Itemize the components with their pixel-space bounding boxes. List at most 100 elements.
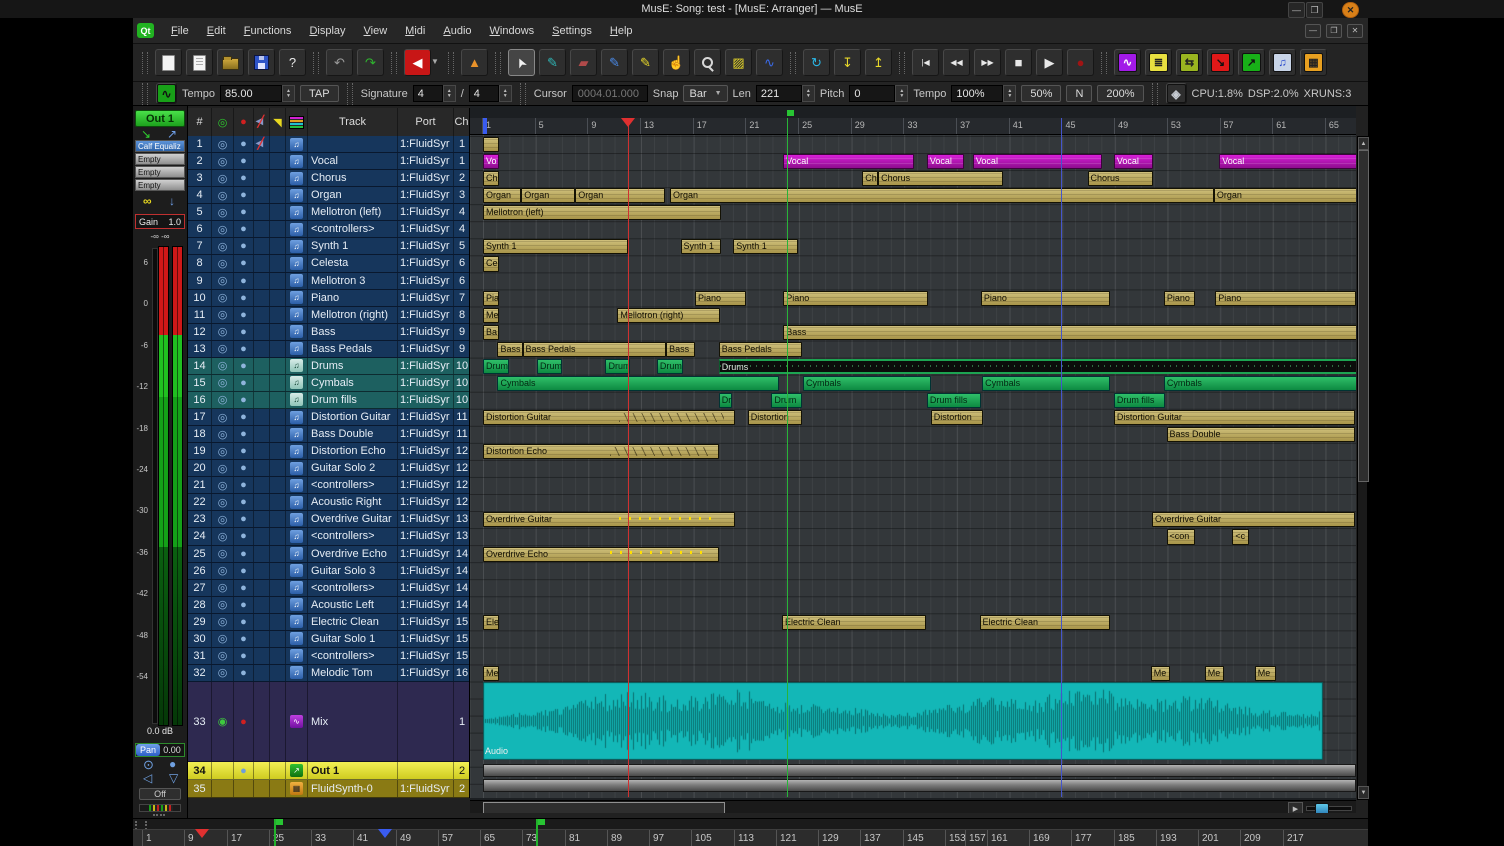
track-row-9[interactable]: 9◎●♫Mellotron 31:FluidSyr6 xyxy=(188,273,470,290)
track-record-arm-icon[interactable]: ◎ xyxy=(212,648,234,664)
toolbar-grip[interactable] xyxy=(520,83,526,105)
header-port[interactable]: Port xyxy=(398,108,454,136)
snap-combo[interactable]: Bar▼ xyxy=(683,85,727,102)
part-clip[interactable]: Cymbals xyxy=(803,376,931,391)
track-row-14[interactable]: 14◎●♫Drums1:FluidSyr10 xyxy=(188,358,470,375)
track-solo-cell[interactable] xyxy=(270,153,286,169)
track-row-28[interactable]: 28◎●♫Acoustic Left1:FluidSyr14 xyxy=(188,597,470,614)
toolbar-grip[interactable] xyxy=(347,83,353,105)
part-clip[interactable]: Piano xyxy=(1215,291,1356,306)
track-record-icon[interactable]: ● xyxy=(234,307,254,323)
hruler-blue-marker-icon[interactable] xyxy=(378,829,392,838)
track-mute-cell[interactable] xyxy=(254,204,270,220)
track-solo-cell[interactable] xyxy=(270,170,286,186)
part-clip[interactable]: Drum fills xyxy=(1114,393,1165,408)
part-clip[interactable]: Chorus xyxy=(1088,171,1154,186)
track-row-2[interactable]: 2◎●♫Vocal1:FluidSyr1 xyxy=(188,153,470,170)
track-row-11[interactable]: 11◎●♫Mellotron (right)1:FluidSyr8 xyxy=(188,307,470,324)
track-solo-cell[interactable] xyxy=(270,580,286,596)
track-solo-cell[interactable] xyxy=(270,341,286,357)
track-record-arm-icon[interactable]: ◎ xyxy=(212,597,234,613)
track-solo-cell[interactable] xyxy=(270,614,286,630)
part-clip[interactable]: Ele xyxy=(483,615,499,630)
part-clip[interactable]: Distortion xyxy=(748,410,802,425)
track-mute-cell[interactable] xyxy=(254,358,270,374)
track-record-arm-icon[interactable]: ◎ xyxy=(212,511,234,527)
track-mute-cell[interactable]: ◀╱ xyxy=(254,136,270,152)
part-clip[interactable]: Drum fills xyxy=(927,393,981,408)
mdi-minimize-icon[interactable]: — xyxy=(1305,24,1321,38)
track-solo-cell[interactable] xyxy=(270,780,286,797)
track-record-icon[interactable]: ● xyxy=(234,409,254,425)
part-clip[interactable]: Organ xyxy=(575,188,665,203)
toolbar-grip[interactable] xyxy=(1152,83,1158,105)
sync-button[interactable]: ⇆ xyxy=(1176,49,1203,76)
track-row-26[interactable]: 26◎●♫Guitar Solo 31:FluidSyr14 xyxy=(188,563,470,580)
track-solo-cell[interactable] xyxy=(270,762,286,779)
bigtime-window-button[interactable]: ∿ xyxy=(1114,49,1141,76)
punch-in-toggle-button[interactable]: ↘ xyxy=(1207,49,1234,76)
header-num[interactable]: # xyxy=(188,108,212,136)
track-record-arm-icon[interactable]: ◎ xyxy=(212,238,234,254)
track-row-27[interactable]: 27◎●♫<controllers>1:FluidSyr14 xyxy=(188,580,470,597)
header-solo-icon[interactable]: ◥ xyxy=(270,108,286,136)
track-mute-cell[interactable] xyxy=(254,307,270,323)
track-record-icon[interactable]: ● xyxy=(234,358,254,374)
part-clip[interactable]: Pia xyxy=(483,291,499,306)
track-solo-cell[interactable] xyxy=(270,477,286,493)
track-record-icon[interactable]: ● xyxy=(234,460,254,476)
part-clip[interactable]: Dr xyxy=(719,393,732,408)
track-record-icon[interactable]: ● xyxy=(234,443,254,459)
stereo-link-icon[interactable]: ∞ xyxy=(143,194,152,208)
track-record-arm-icon[interactable]: ◎ xyxy=(212,221,234,237)
track-mute-cell[interactable] xyxy=(254,324,270,340)
track-record-arm-icon[interactable]: ◎ xyxy=(212,631,234,647)
spin-arrows-icon[interactable]: ▲▼ xyxy=(443,85,456,102)
track-record-icon[interactable]: ● xyxy=(234,170,254,186)
menu-settings[interactable]: Settings xyxy=(543,22,601,40)
hscroll-right-icon[interactable]: ▶ xyxy=(1288,802,1303,813)
effect-slot-4[interactable]: Empty xyxy=(135,179,185,191)
effect-slot-2[interactable]: Empty xyxy=(135,153,185,165)
effect-slot-1[interactable]: Calf Equaliz xyxy=(135,140,185,152)
record-enable-icon[interactable]: ● xyxy=(169,757,176,771)
track-row-22[interactable]: 22◎●♫Acoustic Right1:FluidSyr12 xyxy=(188,494,470,511)
track-row-18[interactable]: 18◎●♫Bass Double1:FluidSyr11 xyxy=(188,426,470,443)
track-mute-cell[interactable] xyxy=(254,511,270,527)
hruler-green-flag-icon[interactable] xyxy=(538,819,545,825)
track-solo-cell[interactable] xyxy=(270,494,286,510)
menu-file[interactable]: File xyxy=(162,22,198,40)
track-record-icon[interactable]: ● xyxy=(234,273,254,289)
track-record-icon[interactable]: ● xyxy=(234,631,254,647)
track-record-arm-icon[interactable]: ◎ xyxy=(212,494,234,510)
track-record-arm-icon[interactable]: ◎ xyxy=(212,255,234,271)
loop-button[interactable]: ↻ xyxy=(803,49,830,76)
track-row-3[interactable]: 3◎●♫Chorus1:FluidSyr2 xyxy=(188,170,470,187)
tempo-n-button[interactable]: N xyxy=(1066,85,1092,102)
track-mute-cell[interactable] xyxy=(254,187,270,203)
part-clip[interactable]: Ch xyxy=(862,171,878,186)
track-mute-cell[interactable] xyxy=(254,528,270,544)
track-row-33[interactable]: 33◉●∿Mix1 xyxy=(188,682,470,762)
part-clip[interactable]: Organ xyxy=(1214,188,1356,203)
track-solo-cell[interactable] xyxy=(270,597,286,613)
track-record-arm-icon[interactable]: ◎ xyxy=(212,392,234,408)
pitch-spinbox[interactable]: 0▲▼ xyxy=(849,85,908,102)
part-clip[interactable]: Bass xyxy=(666,342,695,357)
track-record-arm-icon[interactable]: ◎ xyxy=(212,187,234,203)
part-clip[interactable]: Distortion Guitar xyxy=(483,410,735,425)
track-record-icon[interactable]: ● xyxy=(234,375,254,391)
zoom-slider-knob[interactable] xyxy=(1315,803,1329,813)
monitor-icon[interactable]: ▽ xyxy=(169,771,178,785)
part-clip[interactable] xyxy=(483,137,499,152)
track-row-19[interactable]: 19◎●♫Distortion Echo1:FluidSyr12 xyxy=(188,443,470,460)
track-mute-cell[interactable] xyxy=(254,477,270,493)
part-clip[interactable]: Overdrive Guitar xyxy=(1152,512,1355,527)
track-row-20[interactable]: 20◎●♫Guitar Solo 21:FluidSyr12 xyxy=(188,460,470,477)
part-clip[interactable]: Overdrive Echo xyxy=(483,547,719,562)
part-clip[interactable]: Vocal xyxy=(783,154,913,169)
part-clip[interactable]: Piano xyxy=(1164,291,1196,306)
header-track[interactable]: Track xyxy=(308,108,398,136)
hruler-green-flag-icon[interactable] xyxy=(276,819,283,825)
track-solo-cell[interactable] xyxy=(270,221,286,237)
